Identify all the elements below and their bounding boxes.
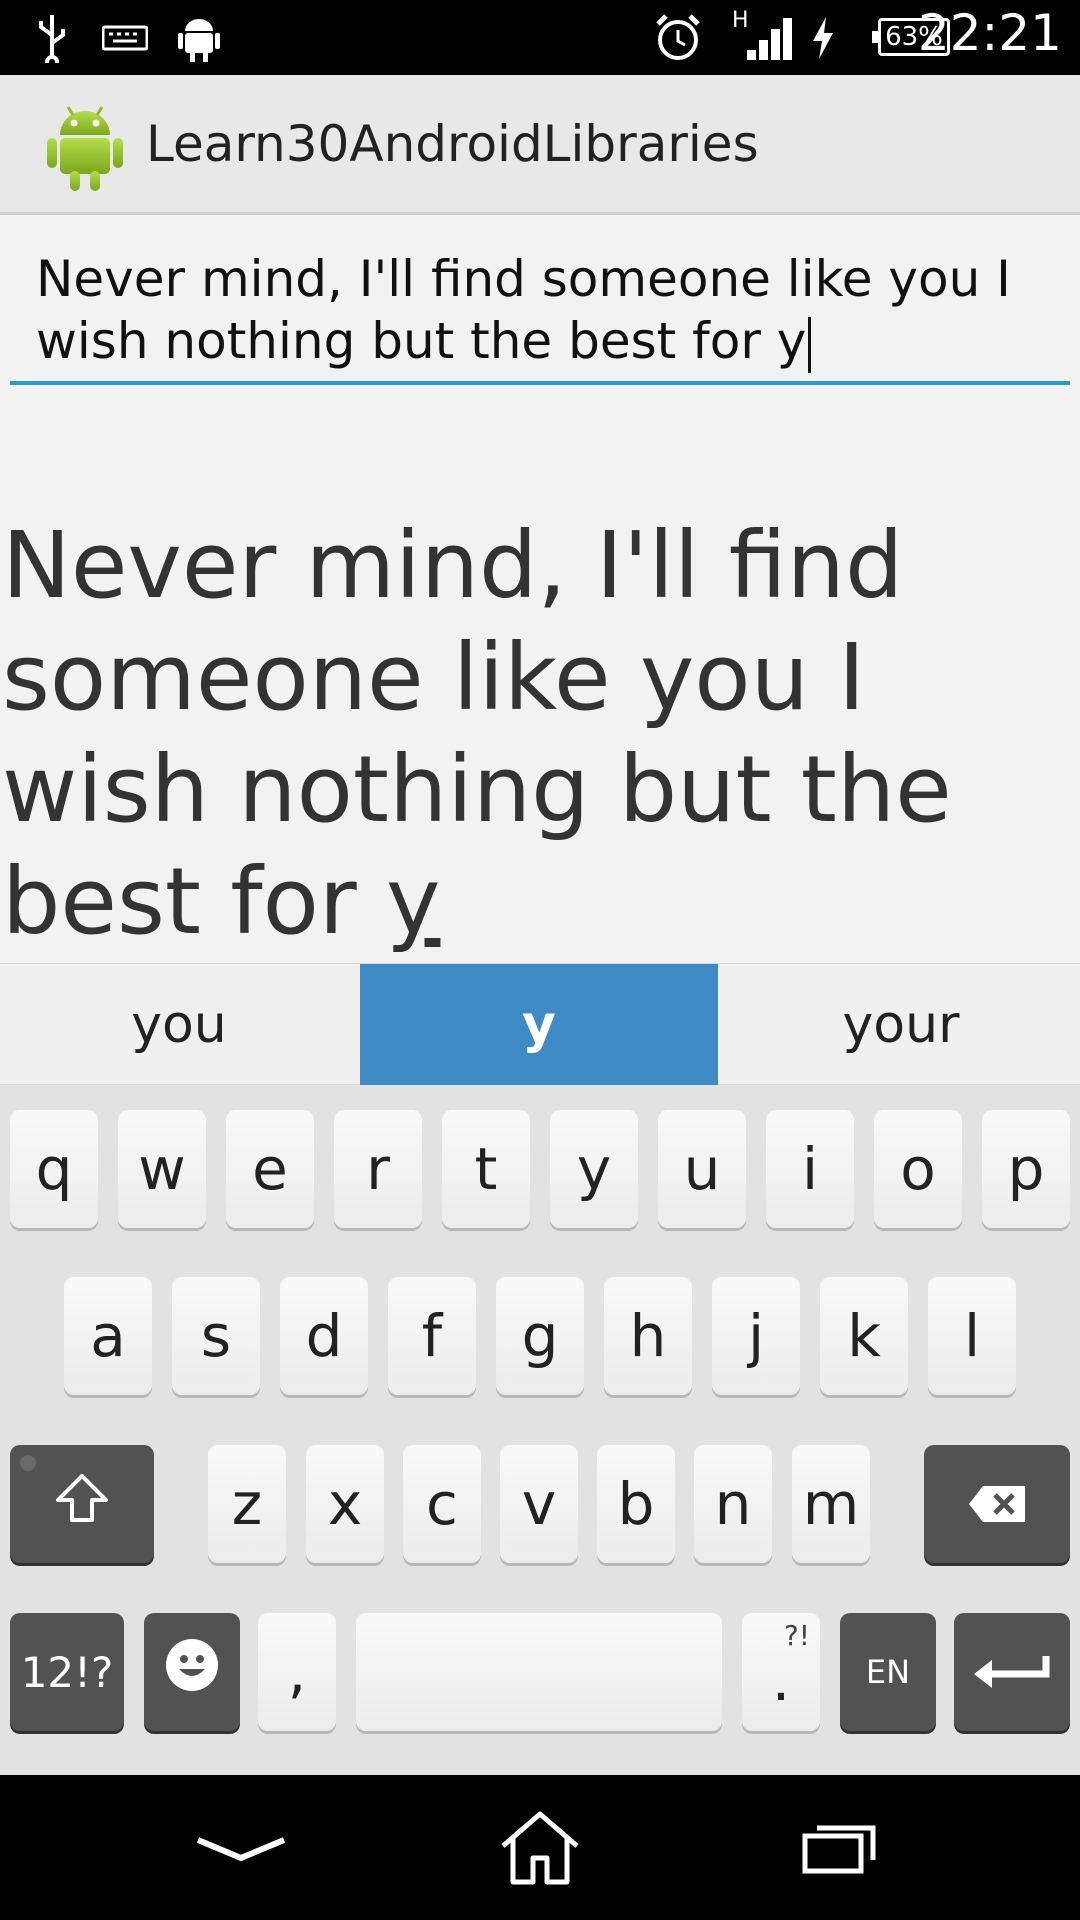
key-v[interactable]: v xyxy=(500,1445,578,1563)
key-m[interactable]: m xyxy=(792,1445,870,1563)
status-bar: H 63% 22:21 xyxy=(0,0,1080,75)
suggestion-y[interactable]: y xyxy=(360,964,718,1085)
emoji-key[interactable] xyxy=(144,1613,240,1731)
key-e[interactable]: e xyxy=(226,1110,314,1228)
key-h[interactable]: h xyxy=(604,1277,692,1395)
period-key-label: . xyxy=(771,1646,791,1714)
recents-icon[interactable] xyxy=(784,1803,894,1893)
navigation-bar xyxy=(0,1775,1080,1920)
display-text: Never mind, I'll find someone like you I… xyxy=(2,510,1080,958)
android-robot-icon xyxy=(44,101,126,193)
key-g[interactable]: g xyxy=(496,1277,584,1395)
text-input-value: Never mind, I'll find someone like you I… xyxy=(36,250,1011,370)
key-n[interactable]: n xyxy=(694,1445,772,1563)
shift-icon xyxy=(54,1470,110,1538)
key-b[interactable]: b xyxy=(597,1445,675,1563)
charging-icon xyxy=(808,10,838,65)
enter-key[interactable] xyxy=(954,1613,1070,1731)
text-input[interactable]: Never mind, I'll find someone like you I… xyxy=(10,240,1070,385)
key-w[interactable]: w xyxy=(118,1110,206,1228)
display-text-composing: y xyxy=(386,848,441,955)
emoji-icon xyxy=(164,1637,220,1707)
backspace-key[interactable] xyxy=(924,1445,1070,1563)
key-u[interactable]: u xyxy=(658,1110,746,1228)
key-j[interactable]: j xyxy=(712,1277,800,1395)
soft-keyboard: q w e r t y u i o p a s d f g h j k l z … xyxy=(0,1085,1080,1775)
key-z[interactable]: z xyxy=(208,1445,286,1563)
text-cursor xyxy=(808,316,812,373)
key-d[interactable]: d xyxy=(280,1277,368,1395)
key-f[interactable]: f xyxy=(388,1277,476,1395)
key-t[interactable]: t xyxy=(442,1110,530,1228)
key-a[interactable]: a xyxy=(64,1277,152,1395)
back-icon[interactable] xyxy=(186,1803,296,1893)
backspace-icon xyxy=(967,1470,1027,1538)
action-bar: Learn30AndroidLibraries xyxy=(0,75,1080,215)
key-s[interactable]: s xyxy=(172,1277,260,1395)
app-title: Learn30AndroidLibraries xyxy=(146,115,759,173)
key-c[interactable]: c xyxy=(403,1445,481,1563)
usb-icon xyxy=(32,10,72,65)
key-k[interactable]: k xyxy=(820,1277,908,1395)
android-debug-icon xyxy=(174,10,224,65)
clock: 22:21 xyxy=(917,4,1062,62)
suggestion-strip: you y your xyxy=(0,963,1080,1085)
language-key[interactable]: EN xyxy=(840,1613,936,1731)
display-text-main: Never mind, I'll find someone like you I… xyxy=(2,512,952,955)
key-q[interactable]: q xyxy=(10,1110,98,1228)
key-i[interactable]: i xyxy=(766,1110,854,1228)
key-p[interactable]: p xyxy=(982,1110,1070,1228)
caps-lock-indicator xyxy=(20,1455,36,1471)
keyboard-icon xyxy=(100,10,150,65)
key-o[interactable]: o xyxy=(874,1110,962,1228)
key-y[interactable]: y xyxy=(550,1110,638,1228)
alarm-icon xyxy=(650,10,706,65)
home-icon[interactable] xyxy=(485,1803,595,1893)
suggestion-you[interactable]: you xyxy=(0,964,358,1085)
symbols-key[interactable]: 12!? xyxy=(10,1613,124,1731)
signal-icon xyxy=(742,10,798,65)
shift-key[interactable] xyxy=(10,1445,154,1563)
key-r[interactable]: r xyxy=(334,1110,422,1228)
period-key[interactable]: ?! . xyxy=(742,1613,820,1731)
enter-icon xyxy=(972,1638,1052,1706)
comma-key[interactable]: , xyxy=(258,1613,336,1731)
key-x[interactable]: x xyxy=(306,1445,384,1563)
space-key[interactable] xyxy=(356,1613,722,1731)
key-l[interactable]: l xyxy=(928,1277,1016,1395)
suggestion-your[interactable]: your xyxy=(722,964,1080,1085)
